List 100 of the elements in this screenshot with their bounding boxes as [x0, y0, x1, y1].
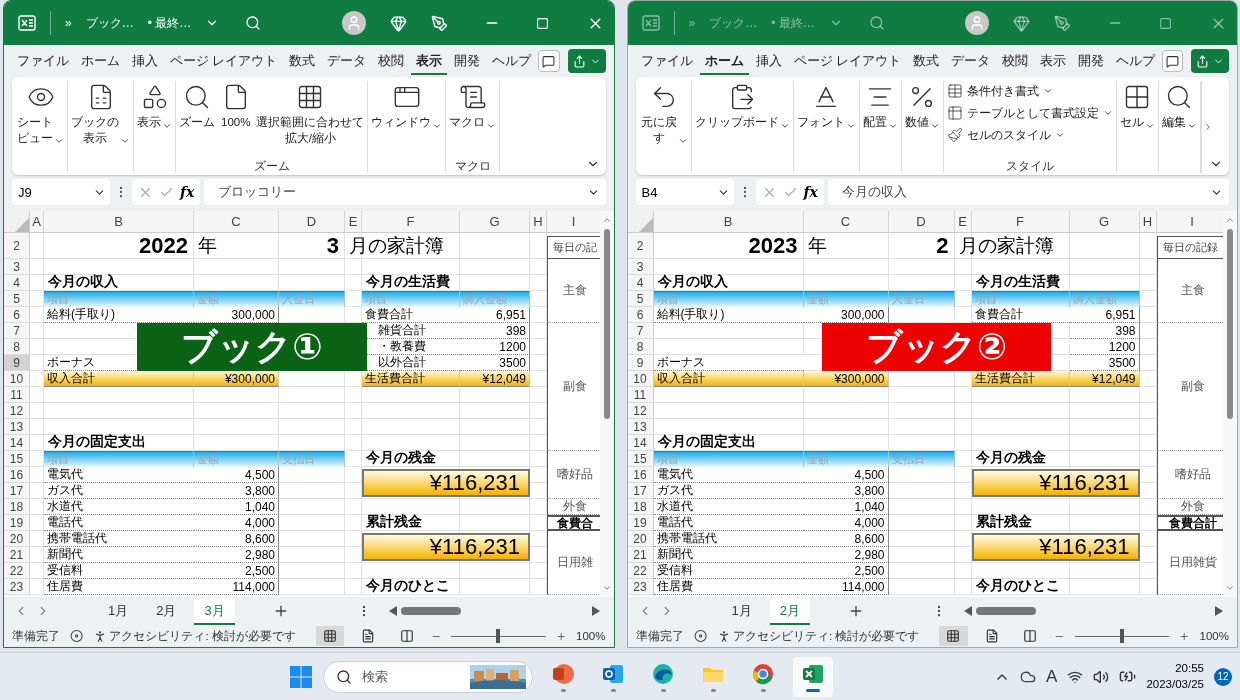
taskbar-app-button[interactable] — [793, 656, 834, 697]
column-header[interactable]: F — [971, 211, 1070, 233]
scrollbar-thumb[interactable] — [1227, 229, 1233, 419]
ribbon-tab[interactable]: データ — [322, 47, 372, 75]
column-header[interactable]: H — [530, 211, 547, 233]
zoom-in-icon[interactable] — [1179, 630, 1190, 642]
record-icon[interactable] — [693, 629, 707, 643]
row-header[interactable]: 7 — [627, 323, 654, 339]
input-mode-indicator[interactable]: A — [1046, 666, 1058, 687]
row-header[interactable]: 2 — [627, 233, 654, 259]
column-header[interactable]: C — [194, 211, 279, 233]
row-header[interactable]: 21 — [4, 547, 30, 563]
ribbon-tab[interactable]: 開発 — [449, 47, 486, 75]
row-header[interactable]: 6 — [4, 307, 30, 323]
row-header[interactable]: 13 — [627, 419, 654, 435]
ribbon-tab[interactable]: 挿入 — [750, 47, 787, 75]
search-icon[interactable] — [245, 15, 262, 31]
row-header[interactable]: 6 — [627, 307, 654, 323]
scroll-right-icon[interactable] — [591, 606, 600, 616]
slider-thumb[interactable] — [496, 629, 501, 643]
column-header[interactable]: D — [888, 211, 955, 233]
ribbon-button[interactable]: マクロ — [447, 81, 499, 133]
comments-button[interactable] — [1162, 50, 1183, 72]
ribbon-tab[interactable]: ヘルプ — [487, 47, 537, 75]
ribbon-tab[interactable]: ページ レイアウト — [165, 47, 283, 75]
row-header[interactable]: 5 — [4, 291, 30, 307]
ribbon-tab[interactable]: 数式 — [908, 47, 944, 75]
ribbon-button[interactable]: 数値 — [902, 81, 942, 133]
ribbon-button[interactable]: セルのスタイル — [944, 125, 1067, 145]
ribbon-button[interactable]: テーブルとして書式設定 — [944, 103, 1115, 123]
scroll-right-icon[interactable] — [1215, 606, 1223, 616]
pen-icon[interactable] — [430, 14, 448, 32]
row-header[interactable]: 11 — [627, 387, 654, 403]
start-icon[interactable] — [289, 664, 314, 689]
ribbon-button[interactable]: 選択範囲に合わせて 拡大/縮小 — [254, 81, 367, 149]
ribbon-button[interactable]: 元に戻 す — [638, 81, 690, 149]
ribbon-tab[interactable]: データ — [946, 47, 995, 75]
ribbon-button[interactable]: クリップボード — [692, 81, 792, 133]
ribbon-button[interactable]: 編集 — [1159, 81, 1199, 133]
row-header[interactable]: 3 — [627, 259, 654, 275]
column-header[interactable]: B — [653, 211, 804, 233]
row-header[interactable]: 20 — [627, 531, 654, 547]
sheet-tab[interactable]: 2月 — [146, 597, 187, 625]
view-button[interactable] — [315, 626, 345, 646]
scroll-up-icon[interactable] — [1225, 215, 1235, 225]
row-header[interactable]: 18 — [627, 499, 654, 515]
avatar-icon[interactable] — [341, 11, 366, 35]
column-header[interactable]: C — [803, 211, 889, 233]
scroll-down-icon[interactable] — [1225, 583, 1235, 593]
search-field[interactable]: 検索 — [360, 668, 463, 685]
sheet-tab[interactable]: 3月 — [194, 597, 235, 625]
row-header[interactable]: 15 — [4, 451, 30, 467]
scrollbar-thumb[interactable] — [975, 607, 1036, 615]
row-header[interactable]: 16 — [4, 467, 30, 483]
row-header[interactable]: 10 — [627, 371, 654, 387]
scroll-down-icon[interactable] — [601, 583, 612, 593]
maximize-icon[interactable] — [535, 16, 549, 30]
row-header[interactable]: 19 — [4, 515, 30, 531]
slider-thumb[interactable] — [1119, 629, 1124, 643]
column-header[interactable]: E — [345, 211, 362, 233]
more-commands[interactable]: » — [65, 16, 72, 30]
ribbon-button[interactable]: ブックの 表示 — [69, 81, 132, 149]
ribbon-button[interactable]: フォント — [794, 81, 858, 133]
ribbon-button[interactable]: ズーム — [177, 81, 217, 133]
column-header[interactable]: I — [547, 211, 600, 233]
ribbon-button[interactable]: セル — [1117, 81, 1157, 133]
scroll-left-icon[interactable] — [963, 606, 972, 616]
avatar-icon[interactable] — [965, 11, 989, 35]
record-icon[interactable] — [70, 629, 84, 643]
row-header[interactable]: 12 — [4, 403, 30, 419]
insert-function-button[interactable]: fx — [180, 184, 195, 200]
clock-time[interactable]: 20:55 — [1175, 661, 1204, 677]
share-button[interactable] — [567, 49, 606, 73]
search-icon[interactable] — [868, 15, 885, 31]
row-header[interactable]: 12 — [627, 403, 654, 419]
scrollbar-thumb[interactable] — [603, 229, 610, 419]
column-header[interactable]: F — [362, 211, 460, 233]
scroll-left-icon[interactable] — [388, 606, 397, 616]
save-status[interactable]: • 最終… — [147, 14, 192, 32]
ribbon-button[interactable]: 条件付き書式 — [944, 81, 1055, 101]
name-box[interactable]: B4 — [635, 179, 734, 205]
row-header[interactable]: 22 — [4, 563, 30, 579]
ribbon-tab[interactable]: 校閲 — [373, 47, 410, 75]
ribbon-tab[interactable]: ホーム — [76, 47, 125, 75]
row-header[interactable]: 20 — [4, 531, 30, 547]
row-header[interactable]: 16 — [627, 467, 654, 483]
row-header[interactable]: 14 — [627, 435, 654, 451]
file-name[interactable]: ブック… — [85, 14, 134, 32]
row-header[interactable]: 17 — [4, 483, 30, 499]
formula-field[interactable]: 今月の収入 — [827, 179, 1229, 205]
row-header[interactable]: 18 — [4, 499, 30, 515]
volume-icon[interactable] — [1093, 668, 1110, 685]
row-header[interactable]: 2 — [4, 233, 30, 259]
row-header[interactable]: 17 — [627, 483, 654, 499]
row-header[interactable]: 8 — [627, 339, 654, 355]
clock-date[interactable]: 2023/03/25 — [1146, 676, 1204, 692]
ribbon-tab[interactable]: 挿入 — [127, 47, 163, 75]
row-header[interactable]: 9 — [4, 355, 30, 371]
row-header[interactable]: 5 — [627, 291, 654, 307]
column-header[interactable]: B — [44, 211, 194, 233]
